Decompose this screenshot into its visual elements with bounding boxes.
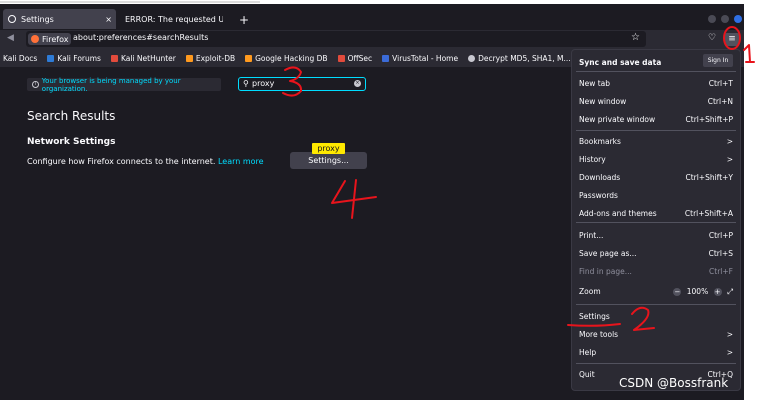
- annotation-mark-1: [743, 44, 755, 63]
- watermark: CSDN @Bossfrank: [619, 376, 729, 390]
- annotation-drawings: [282, 26, 755, 331]
- annotation-circle-menu: [723, 26, 741, 50]
- annotation-mark-2: [631, 306, 655, 331]
- annotation-underline-settings: [567, 323, 621, 327]
- annotation-mark-4: [331, 179, 377, 219]
- annotation-mark-3: [282, 66, 303, 97]
